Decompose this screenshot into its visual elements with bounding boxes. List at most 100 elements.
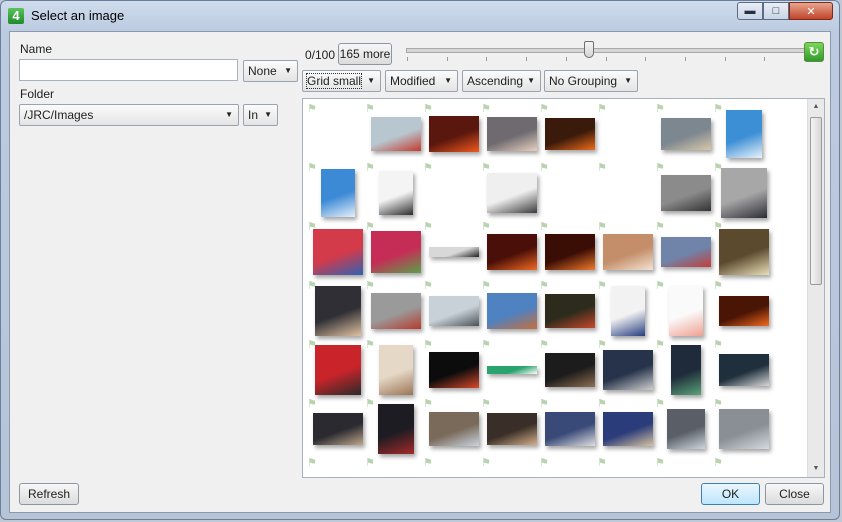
thumbnail-cell[interactable]: ⚑ — [365, 280, 423, 338]
sort-order-dropdown[interactable]: Ascending ▼ — [462, 70, 541, 92]
image-thumbnail[interactable] — [726, 110, 762, 158]
thumbnail-cell[interactable]: ⚑ — [539, 339, 597, 397]
close-window-button[interactable]: ✕ — [789, 2, 833, 20]
thumbnail-cell[interactable]: ⚑ — [713, 457, 771, 477]
thumbnail-cell[interactable]: ⚑ — [307, 162, 365, 220]
thumbnail-cell[interactable]: ⚑ — [539, 221, 597, 279]
image-thumbnail[interactable] — [487, 413, 537, 445]
thumbnail-cell[interactable]: ⚑ — [597, 162, 655, 220]
thumbnail-cell[interactable]: ⚑ — [481, 280, 539, 338]
thumbnail-cell[interactable]: ⚑ — [365, 162, 423, 220]
scroll-down-icon[interactable]: ▼ — [808, 461, 824, 477]
thumbnail-cell[interactable]: ⚑ — [539, 398, 597, 456]
view-mode-dropdown[interactable]: Grid small ▼ — [302, 70, 381, 92]
image-thumbnail[interactable] — [545, 234, 595, 270]
image-thumbnail[interactable] — [721, 168, 767, 218]
title-bar[interactable]: 4 Select an image ▬ □ ✕ — [1, 1, 839, 31]
image-thumbnail[interactable] — [487, 173, 537, 213]
thumbnail-cell[interactable]: ⚑ — [423, 103, 481, 161]
image-thumbnail[interactable] — [719, 229, 769, 275]
thumbnail-cell[interactable]: ⚑ — [307, 221, 365, 279]
scrollbar-thumb[interactable] — [810, 117, 822, 285]
image-thumbnail[interactable] — [379, 171, 413, 215]
thumbnail-cell[interactable]: ⚑ — [713, 162, 771, 220]
slider-thumb[interactable] — [584, 41, 594, 58]
thumbnail-cell[interactable]: ⚑ — [423, 221, 481, 279]
folder-scope-dropdown[interactable]: In ▼ — [243, 104, 278, 126]
folder-dropdown[interactable]: /JRC/Images ▼ — [19, 104, 239, 126]
image-thumbnail[interactable] — [371, 293, 421, 329]
scroll-up-icon[interactable]: ▲ — [808, 99, 824, 115]
image-thumbnail[interactable] — [429, 412, 479, 446]
thumbnail-cell[interactable]: ⚑ — [307, 339, 365, 397]
thumbnail-cell[interactable]: ⚑ — [597, 339, 655, 397]
image-thumbnail[interactable] — [661, 175, 711, 211]
image-thumbnail[interactable] — [315, 345, 361, 395]
image-thumbnail[interactable] — [379, 345, 413, 395]
thumbnail-cell[interactable]: ⚑ — [713, 221, 771, 279]
thumbnail-cell[interactable]: ⚑ — [423, 162, 481, 220]
image-thumbnail[interactable] — [487, 293, 537, 329]
image-thumbnail[interactable] — [545, 353, 595, 387]
image-thumbnail[interactable] — [603, 234, 653, 270]
image-thumbnail[interactable] — [429, 296, 479, 326]
ok-button[interactable]: OK — [701, 483, 760, 505]
grouping-dropdown[interactable]: No Grouping ▼ — [544, 70, 638, 92]
load-more-button[interactable]: 165 more — [338, 43, 392, 65]
thumbnail-cell[interactable]: ⚑ — [307, 457, 365, 477]
image-thumbnail[interactable] — [371, 117, 421, 151]
image-thumbnail[interactable] — [429, 247, 479, 257]
thumbnail-cell[interactable]: ⚑ — [481, 221, 539, 279]
thumbnail-cell[interactable]: ⚑ — [655, 457, 713, 477]
sort-field-dropdown[interactable]: Modified ▼ — [385, 70, 458, 92]
image-thumbnail[interactable] — [661, 118, 711, 150]
thumbnail-cell[interactable]: ⚑ — [481, 103, 539, 161]
image-thumbnail[interactable] — [429, 352, 479, 388]
thumbnail-cell[interactable]: ⚑ — [481, 162, 539, 220]
image-thumbnail[interactable] — [321, 169, 355, 217]
thumbnail-cell[interactable]: ⚑ — [307, 280, 365, 338]
thumbnail-cell[interactable]: ⚑ — [655, 162, 713, 220]
thumbnail-cell[interactable]: ⚑ — [539, 162, 597, 220]
thumbnail-cell[interactable]: ⚑ — [655, 339, 713, 397]
image-thumbnail[interactable] — [719, 296, 769, 326]
image-thumbnail[interactable] — [719, 354, 769, 386]
thumbnail-cell[interactable]: ⚑ — [597, 398, 655, 456]
image-thumbnail[interactable] — [661, 237, 711, 267]
thumbnail-cell[interactable]: ⚑ — [655, 221, 713, 279]
thumbnail-cell[interactable]: ⚑ — [307, 398, 365, 456]
image-thumbnail[interactable] — [719, 409, 769, 449]
thumbnail-cell[interactable]: ⚑ — [423, 280, 481, 338]
thumbnail-cell[interactable]: ⚑ — [539, 103, 597, 161]
image-thumbnail[interactable] — [667, 409, 705, 449]
thumbnail-cell[interactable]: ⚑ — [539, 280, 597, 338]
thumbnail-cell[interactable]: ⚑ — [481, 457, 539, 477]
image-thumbnail[interactable] — [487, 234, 537, 270]
thumbnail-cell[interactable]: ⚑ — [655, 280, 713, 338]
thumbnail-cell[interactable]: ⚑ — [423, 339, 481, 397]
thumbnail-cell[interactable]: ⚑ — [365, 339, 423, 397]
image-thumbnail[interactable] — [378, 404, 414, 454]
thumbnail-cell[interactable]: ⚑ — [597, 103, 655, 161]
reload-icon[interactable]: ↻ — [804, 42, 824, 62]
image-thumbnail[interactable] — [429, 116, 479, 152]
image-thumbnail[interactable] — [487, 366, 537, 374]
image-thumbnail[interactable] — [671, 345, 701, 395]
image-thumbnail[interactable] — [371, 231, 421, 273]
name-match-dropdown[interactable]: None ▼ — [243, 60, 298, 82]
image-thumbnail[interactable] — [487, 117, 537, 151]
image-thumbnail[interactable] — [611, 286, 645, 336]
thumbnail-cell[interactable]: ⚑ — [713, 398, 771, 456]
refresh-button[interactable]: Refresh — [19, 483, 79, 505]
vertical-scrollbar[interactable]: ▲ ▼ — [807, 99, 824, 477]
thumbnail-cell[interactable]: ⚑ — [423, 457, 481, 477]
name-input[interactable] — [19, 59, 238, 81]
thumbnail-cell[interactable]: ⚑ — [423, 398, 481, 456]
thumbnail-cell[interactable]: ⚑ — [597, 280, 655, 338]
image-thumbnail[interactable] — [669, 286, 703, 336]
thumbnail-size-slider[interactable] — [406, 48, 806, 53]
thumbnail-cell[interactable]: ⚑ — [481, 398, 539, 456]
thumbnail-cell[interactable]: ⚑ — [655, 398, 713, 456]
image-grid[interactable]: ⚑ ⚑ ⚑ ⚑ ⚑ ⚑ ⚑ ⚑ ⚑ ⚑ ⚑ ⚑ ⚑ ⚑ ⚑ ⚑ ⚑ ⚑ ⚑ ⚑ ⚑ ⚑ ⚑ ⚑ ⚑ ⚑ ⚑ ⚑ ⚑ ⚑ ⚑ ⚑ ⚑ ⚑ ⚑ ⚑ ⚑ ⚑ ⚑ ⚑… — [302, 98, 825, 478]
thumbnail-cell[interactable]: ⚑ — [365, 398, 423, 456]
